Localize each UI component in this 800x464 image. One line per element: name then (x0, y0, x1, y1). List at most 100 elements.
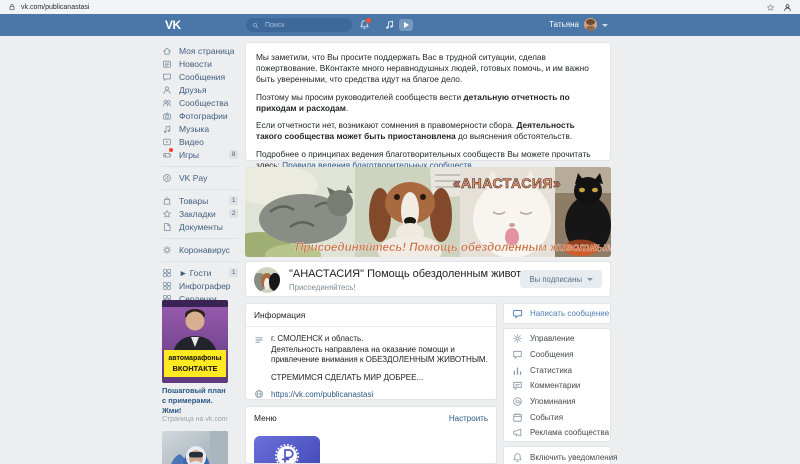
url-text[interactable]: vk.com/publicanastasi (21, 4, 89, 11)
community-website-link[interactable]: https://vk.com/publicanastasi (271, 390, 373, 399)
ruble-badge-icon (275, 444, 299, 463)
ad-image-automarathons[interactable]: автомарафоны ВКОНТАКТЕ (162, 300, 228, 383)
sidebar-item-music[interactable]: Музыка (162, 122, 238, 135)
browser-address-bar: vk.com/publicanastasi (0, 0, 800, 14)
sidebar-item-games[interactable]: Игры 8 (162, 148, 238, 161)
info-card: Информация г. СМОЛЕНСК и область. Деятел… (245, 303, 497, 400)
sidebar-item-video[interactable]: Видео (162, 135, 238, 148)
games-badge: 8 (229, 150, 238, 159)
calendar-icon (513, 412, 522, 422)
action-advertise[interactable]: Реклама сообщества (504, 425, 610, 441)
megaphone-icon (513, 429, 522, 438)
sidebar-item-news[interactable]: Новости (162, 57, 238, 70)
music-icon (163, 125, 171, 133)
video-icon (163, 138, 171, 145)
sidebar-item-communities[interactable]: Сообщества (162, 96, 238, 109)
action-enable-notifications[interactable]: Включить уведомления (504, 447, 618, 464)
chevron-down-icon (602, 23, 608, 27)
apps-grid-icon (163, 268, 171, 277)
action-comments[interactable]: Комментарии (504, 378, 610, 394)
ads-column: автомарафоны ВКОНТАКТЕ Пошаговый план с … (162, 300, 228, 464)
sidebar-item-my-page[interactable]: Моя страница (162, 44, 238, 57)
sidebar-item-photos[interactable]: Фотографии (162, 109, 238, 122)
notification-dot (365, 17, 372, 24)
vk-logo[interactable]: VK (165, 18, 181, 32)
action-messages[interactable]: Сообщения (504, 347, 610, 363)
bookmark-star-icon[interactable] (766, 3, 775, 12)
write-message-card[interactable]: Написать сообщение (503, 303, 611, 324)
message-bubble-icon (512, 309, 523, 319)
messages-icon (513, 350, 522, 359)
menu-tile-donations[interactable] (254, 436, 320, 463)
notifications-card: Включить уведомления (503, 446, 618, 464)
sidebar-item-friends[interactable]: Друзья (162, 83, 238, 96)
sidebar-item-documents[interactable]: Документы (162, 220, 238, 233)
bell-icon (513, 452, 522, 462)
user-name: Татьяна (549, 20, 579, 29)
sidebar-item-bookmarks[interactable]: Закладки 2 (162, 207, 238, 220)
action-manage[interactable]: Управление (504, 331, 610, 347)
gear-icon (513, 334, 522, 344)
sidebar-item-coronavirus[interactable]: Коронавирус (162, 243, 238, 256)
ad-caption-link[interactable]: Пошаговый план с примерами. Жми! (162, 386, 228, 415)
community-header: "АНАСТАСИЯ" Помощь обездоленным животным… (245, 261, 611, 297)
divider (162, 165, 238, 167)
apps-grid-icon (163, 281, 171, 290)
notice-paragraph-1: Мы заметили, что Вы просите поддержать В… (256, 52, 589, 85)
notice-paragraph-2: Поэтому мы просим руководителей сообщест… (256, 91, 570, 113)
action-statistics[interactable]: Статистика (504, 362, 610, 378)
action-mentions[interactable]: Упоминания (504, 394, 610, 410)
community-avatar[interactable] (254, 267, 280, 293)
vk-page: vk.com/publicanastasi VK Татьяна (0, 0, 800, 464)
documents-icon (164, 222, 171, 231)
ad-source: Страница на vk.com (162, 416, 228, 424)
info-card-title: Информация (254, 310, 306, 320)
market-bag-icon (163, 196, 171, 205)
divider (162, 188, 238, 190)
globe-icon (255, 390, 263, 399)
divider (162, 260, 238, 262)
banner-tagline-overlay: Присоединяйтесь! Помощь обездоленным жив… (295, 242, 611, 254)
browser-profile-icon[interactable] (783, 3, 792, 12)
vkpay-icon (163, 173, 171, 182)
at-mention-icon (513, 397, 522, 406)
photos-icon (163, 112, 171, 120)
home-icon (163, 47, 171, 55)
subscribed-button[interactable]: Вы подписаны (520, 270, 602, 288)
sidebar-item-vkpay[interactable]: VK Pay (162, 171, 238, 184)
guests-badge: 1 (229, 268, 238, 277)
community-cover-banner: «АНАСТАСИЯ» Присоединяйтесь! Помощь обез… (245, 167, 611, 257)
games-new-dot (169, 148, 173, 152)
description-lines-icon (255, 337, 263, 343)
ad-banner-text-2: ВКОНТАКТЕ (172, 364, 217, 373)
sidebar-item-market[interactable]: Товары 1 (162, 194, 238, 207)
divider (162, 237, 238, 239)
ad-image-medic[interactable]: 18+ (162, 431, 228, 464)
comment-icon (513, 382, 522, 391)
search-input[interactable] (263, 20, 347, 30)
notice-paragraph-3: Если отчетности нет, возникают сомнения … (256, 120, 575, 142)
chart-icon (513, 367, 522, 375)
community-description: г. СМОЛЕНСК и область. Деятельность напр… (271, 334, 488, 382)
video-play-icon[interactable] (399, 19, 413, 31)
user-menu[interactable]: Татьяна (549, 18, 608, 31)
bookmarks-badge: 2 (229, 209, 238, 218)
menu-card: Меню Настроить (245, 406, 497, 464)
news-icon (163, 60, 171, 68)
menu-configure-link[interactable]: Настроить (449, 414, 488, 423)
friends-icon (163, 85, 171, 94)
search-box[interactable] (246, 18, 352, 32)
market-badge: 1 (229, 196, 238, 205)
sidebar-item-infographer[interactable]: Инфографер (162, 279, 238, 292)
sidebar-item-messages[interactable]: Сообщения (162, 70, 238, 83)
avatar (584, 18, 597, 31)
action-events[interactable]: События (504, 409, 610, 425)
music-note-icon[interactable] (384, 19, 395, 30)
write-message-link: Написать сообщение (530, 309, 610, 318)
banner-title-overlay: «АНАСТАСИЯ» (453, 175, 561, 191)
sidebar-item-guests[interactable]: ► Гости 1 (162, 266, 238, 279)
ad-banner-text-1: автомарафоны (168, 355, 221, 362)
charity-notice-card: Мы заметили, что Вы просите поддержать В… (245, 42, 611, 196)
communities-icon (162, 99, 171, 107)
notifications-bell-icon[interactable] (359, 17, 372, 30)
